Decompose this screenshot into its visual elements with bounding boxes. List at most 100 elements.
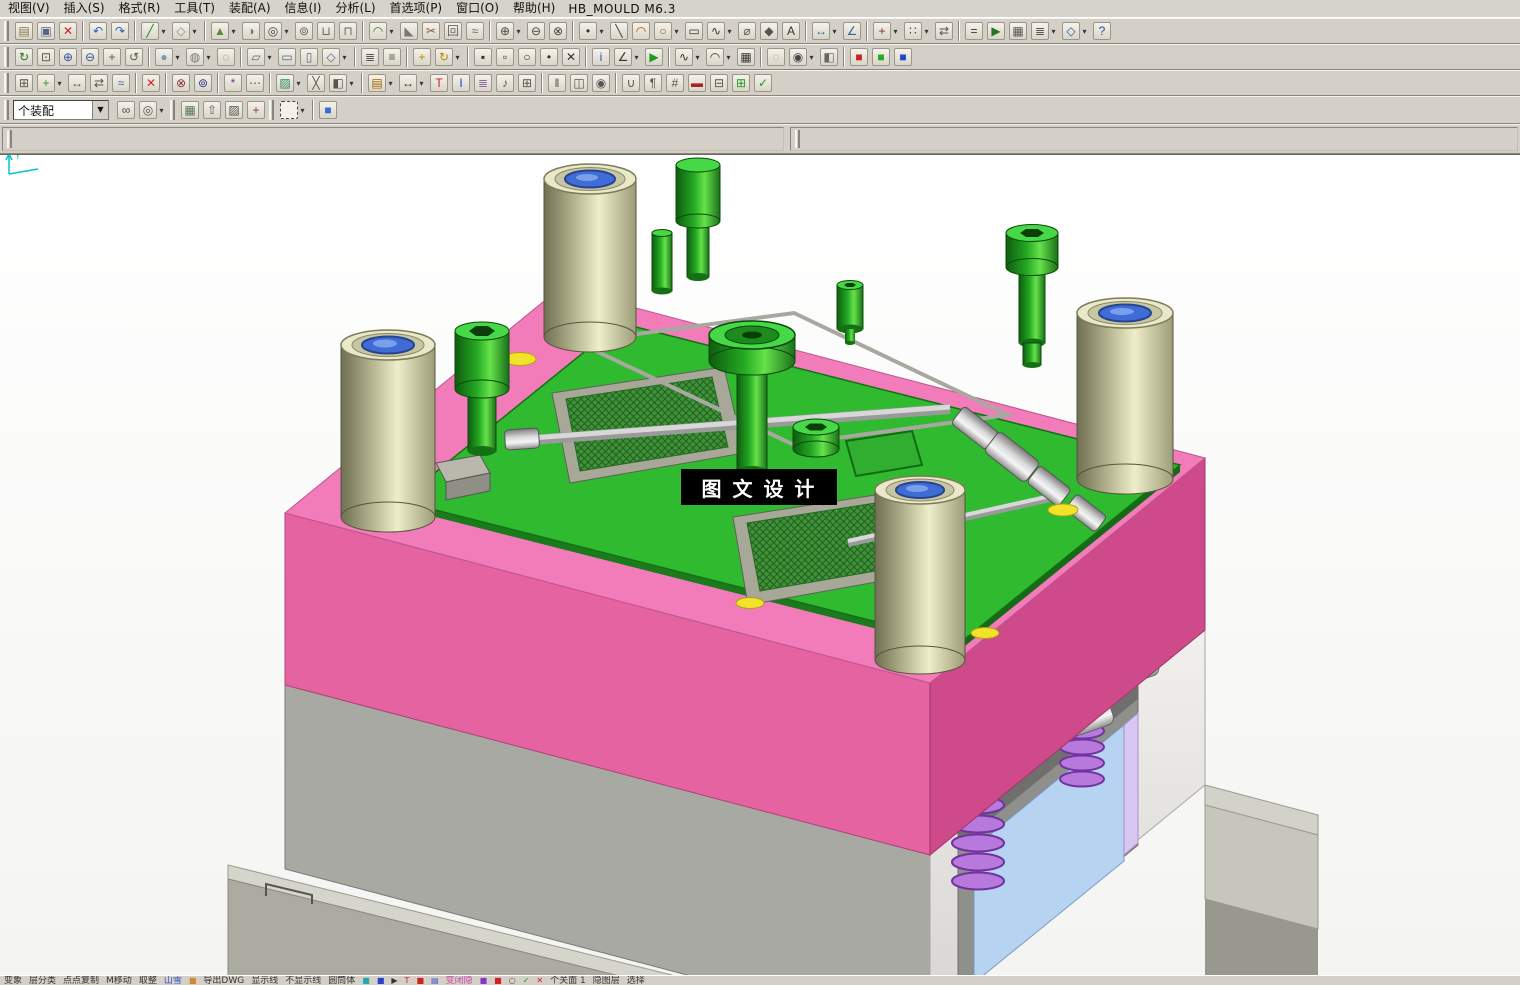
status-item[interactable]: 不显示线 <box>285 976 321 985</box>
intersect-icon[interactable]: ⊗ <box>547 20 569 42</box>
menu-view[interactable]: 视图(V) <box>1 0 57 17</box>
dropdown-arrow-icon[interactable]: ▾ <box>294 79 303 88</box>
subtract-icon[interactable]: ⊖ <box>525 20 547 42</box>
snap-point-icon[interactable]: • <box>538 46 560 68</box>
status-swatch-red2[interactable]: ■ <box>494 976 502 985</box>
edit-object-display-icon[interactable]: ◧ <box>818 46 840 68</box>
dropdown-arrow-icon[interactable]: ▾ <box>725 27 734 36</box>
view-orient-icon[interactable]: ◇ ▾ <box>1060 20 1091 42</box>
mirror-assembly-icon[interactable]: ⇄ <box>88 72 110 94</box>
zoom-out-icon[interactable]: ⊖ <box>79 46 101 68</box>
menu-format[interactable]: 格式(R) <box>112 0 168 17</box>
dropdown-arrow-icon[interactable]: ▾ <box>807 53 816 62</box>
status-close[interactable]: ✕ <box>536 976 543 985</box>
shaded-display-icon[interactable]: ● ▾ <box>153 46 184 68</box>
dropdown-arrow-icon[interactable]: ▾ <box>347 79 356 88</box>
paste-icon[interactable]: ▤ <box>13 20 35 42</box>
play-simulation-icon[interactable]: ▶ <box>643 46 665 68</box>
hide-object-icon[interactable]: ◌ <box>765 46 787 68</box>
circle-icon[interactable]: ○ ▾ <box>652 20 683 42</box>
toolbar-drag-handle[interactable] <box>4 47 9 67</box>
drag-component-icon[interactable]: + <box>245 99 267 121</box>
dropdown-arrow-icon[interactable]: ▾ <box>830 27 839 36</box>
move-component-icon[interactable]: ↔ <box>66 72 88 94</box>
color-swatch-red-icon[interactable]: ■ <box>848 46 870 68</box>
menu-insert[interactable]: 插入(S) <box>57 0 112 17</box>
display-cube-icon[interactable]: ■ <box>317 99 339 121</box>
dropdown-arrow-icon[interactable]: ▾ <box>672 27 681 36</box>
analysis-measure-icon[interactable]: ∠ ▾ <box>612 46 643 68</box>
status-item[interactable]: 变象 <box>4 976 22 985</box>
status-item[interactable]: 层分类 <box>29 976 56 985</box>
context-help-icon[interactable]: ? <box>1091 20 1113 42</box>
table-annotation-icon[interactable]: ⊞ <box>516 72 538 94</box>
arc-icon[interactable]: ◠ <box>630 20 652 42</box>
selection-marquee-icon[interactable]: ▾ <box>278 99 309 121</box>
text-icon[interactable]: A <box>780 20 802 42</box>
exploded-view-icon[interactable]: * <box>222 72 244 94</box>
dropdown-arrow-icon[interactable]: ▾ <box>724 53 733 62</box>
dropdown-arrow-icon[interactable]: ▾ <box>1080 27 1089 36</box>
finish-check-icon[interactable]: ✓ <box>752 72 774 94</box>
status-item[interactable]: 山雪 <box>164 976 182 985</box>
status-item[interactable]: 个关面 1 <box>550 976 586 985</box>
toolbar-drag-handle[interactable] <box>795 130 800 148</box>
color-swatch-green-icon[interactable]: ■ <box>870 46 892 68</box>
zoom-in-icon[interactable]: ⊕ <box>57 46 79 68</box>
sketch-icon[interactable]: ╱ ▾ <box>139 20 170 42</box>
redo-icon[interactable]: ↷ <box>109 20 131 42</box>
object-info-icon[interactable]: i <box>590 46 612 68</box>
snap-end-icon[interactable]: ▪ <box>472 46 494 68</box>
toolbar-drag-handle[interactable] <box>7 130 12 148</box>
pocket-icon[interactable]: ⊔ <box>315 20 337 42</box>
arrange-up-icon[interactable]: ⇧ <box>201 99 223 121</box>
toolbar-drag-handle[interactable] <box>4 73 9 93</box>
line-icon[interactable]: ╲ <box>608 20 630 42</box>
status-swatch-purple[interactable]: ■ <box>480 976 488 985</box>
status-item[interactable]: 点点复制 <box>63 976 99 985</box>
status-item[interactable]: 显示线 <box>251 976 278 985</box>
drafting-sheet-icon[interactable]: ▤ ▾ <box>366 72 397 94</box>
ellipse-icon[interactable]: ⌀ <box>736 20 758 42</box>
copy-icon[interactable]: ▣ <box>35 20 57 42</box>
side-view-icon[interactable]: ▯ <box>298 46 320 68</box>
status-swatch-teal[interactable]: ■ <box>362 976 370 985</box>
dropdown-arrow-icon[interactable]: ▾ <box>173 53 182 62</box>
layer-settings-icon[interactable]: ≣ <box>359 46 381 68</box>
menu-preferences[interactable]: 首选项(P) <box>383 0 450 17</box>
front-view-icon[interactable]: ▱ ▾ <box>245 46 276 68</box>
grid-tool-icon[interactable]: # <box>664 72 686 94</box>
stud-tool-icon[interactable]: ¶ <box>642 72 664 94</box>
status-swatch-red[interactable]: ■ <box>416 976 424 985</box>
status-play[interactable]: ▶ <box>391 976 397 985</box>
find-component-icon[interactable]: ∞ <box>115 99 137 121</box>
dropdown-arrow-icon[interactable]: ▾ <box>55 79 64 88</box>
annotation-list-icon[interactable]: ≣ <box>472 72 494 94</box>
delete-icon[interactable]: ✕ <box>57 20 79 42</box>
datum-plane-icon[interactable]: ◇ ▾ <box>170 20 201 42</box>
status-circle[interactable]: ○ <box>509 976 516 985</box>
toolbar-drag-handle[interactable] <box>269 100 274 120</box>
snap-center-icon[interactable]: ○ <box>516 46 538 68</box>
status-item[interactable]: 圆筒体 <box>328 976 355 985</box>
revolve-icon[interactable]: ◑ <box>240 20 262 42</box>
hole-icon[interactable]: ◎ ▾ <box>262 20 293 42</box>
measure-angle-icon[interactable]: ∠ <box>841 20 863 42</box>
dropdown-arrow-icon[interactable]: ▾ <box>157 106 166 115</box>
dimension-icon[interactable]: ↔ ▾ <box>397 72 428 94</box>
dropdown-arrow-icon[interactable]: ▾ <box>693 53 702 62</box>
toolbar-drag-handle[interactable] <box>4 100 9 120</box>
mold-wizard-icon[interactable]: ▨ ▾ <box>274 72 305 94</box>
dropdown-arrow-icon[interactable]: ▾ <box>387 27 396 36</box>
snap-mid-icon[interactable]: ▫ <box>494 46 516 68</box>
snap-intersect-icon[interactable]: ✕ <box>560 46 582 68</box>
menu-tools[interactable]: 工具(T) <box>167 0 222 17</box>
close-file-icon[interactable]: ✕ <box>140 72 162 94</box>
extrude-icon[interactable]: ▲ ▾ <box>209 20 240 42</box>
status-item[interactable]: 隐图层 <box>593 976 620 985</box>
pan-icon[interactable]: + <box>101 46 123 68</box>
shell-icon[interactable]: 回 <box>442 20 464 42</box>
dropdown-arrow-icon[interactable]: ▾ <box>597 27 606 36</box>
curve-tools-icon[interactable]: ∿ ▾ <box>673 46 704 68</box>
undo-icon[interactable]: ↶ <box>87 20 109 42</box>
